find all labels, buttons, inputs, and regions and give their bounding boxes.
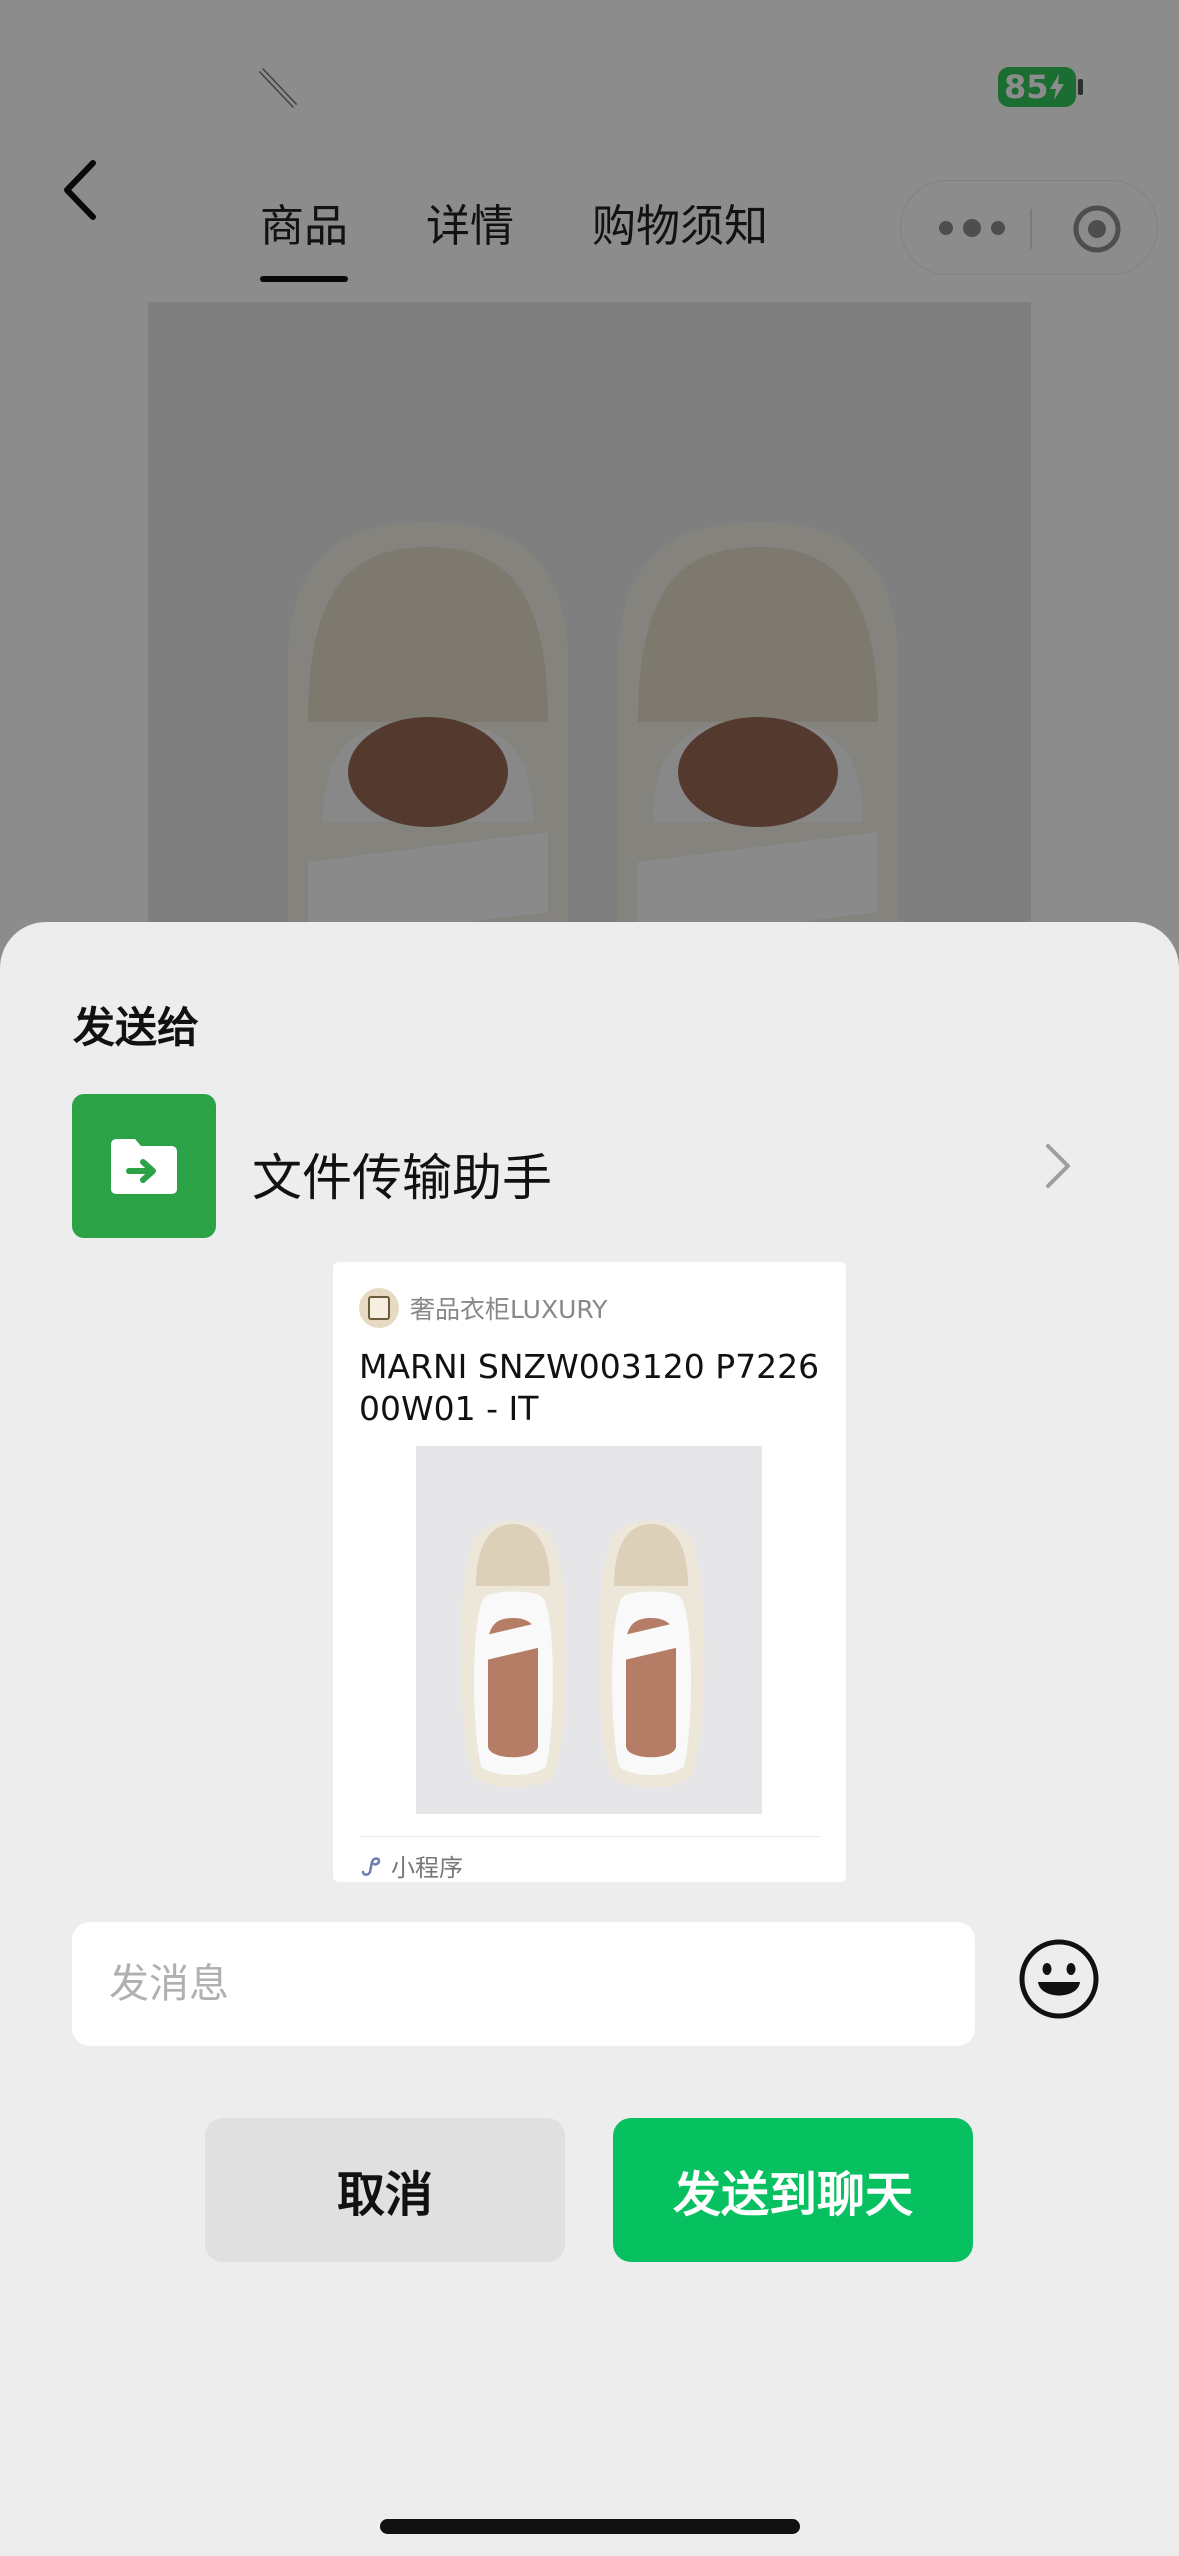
mini-program-icon [361, 1856, 381, 1876]
recipient-name: 文件传输助手 [252, 1149, 552, 1207]
card-source-name: 奢品衣柜LUXURY [410, 1295, 608, 1324]
store-logo-icon [359, 1288, 399, 1328]
card-footer: 小程序 [359, 1848, 463, 1883]
recipient-row[interactable]: 文件传输助手 [72, 1094, 1112, 1240]
message-input[interactable] [72, 1922, 975, 2046]
send-to-chat-button[interactable]: 发送到聊天 [613, 2118, 973, 2262]
card-title: MARNI SNZW003120 P7226 00W01 - IT [359, 1347, 820, 1428]
mini-program-card: 奢品衣柜LUXURY MARNI SNZW003120 P7226 00W01 … [333, 1262, 846, 1882]
card-shoes-illustration [460, 1521, 705, 1788]
folder-arrow-icon [72, 1094, 216, 1238]
card-footer-label: 小程序 [391, 1854, 463, 1882]
card-source: 奢品衣柜LUXURY [359, 1288, 607, 1328]
chevron-right-icon [1046, 1144, 1070, 1188]
cancel-button[interactable]: 取消 [205, 2118, 565, 2262]
card-product-image [416, 1446, 762, 1814]
home-indicator[interactable] [380, 2519, 800, 2534]
smiley-face-icon[interactable] [1018, 1938, 1100, 2020]
share-sheet: 发送给 文件传输助手 奢品衣柜LUXURY MARNI SNZW003120 P… [0, 922, 1179, 2556]
sheet-title: 发送给 [73, 1003, 200, 1052]
card-divider [359, 1836, 820, 1837]
